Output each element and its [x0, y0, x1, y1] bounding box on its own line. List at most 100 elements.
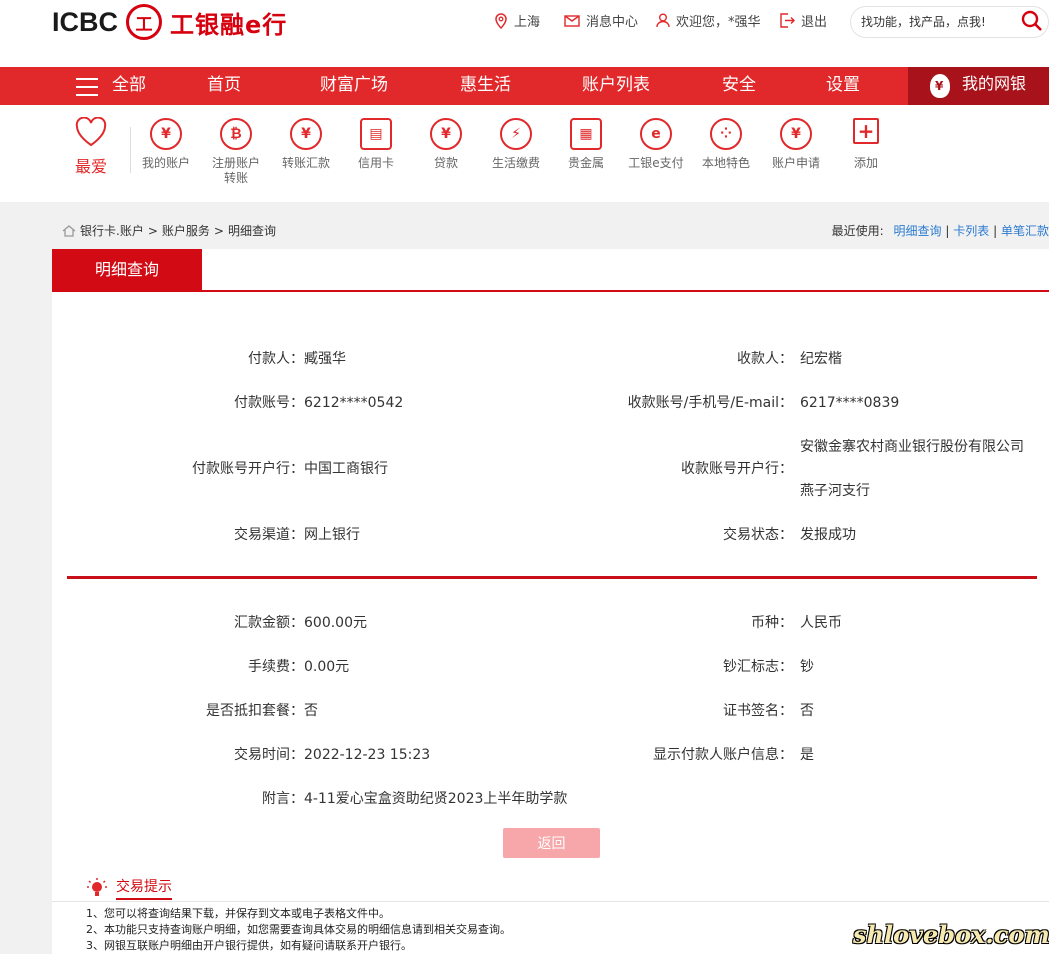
- quick-local[interactable]: ⁘ 本地特色: [691, 118, 761, 171]
- section-divider: [67, 576, 1037, 579]
- quick-epay[interactable]: e 工银e支付: [621, 118, 691, 171]
- menu-icon[interactable]: [76, 78, 98, 96]
- nav-settings[interactable]: 设置: [826, 67, 860, 105]
- quick-label: 账户申请: [771, 156, 820, 170]
- exchange-icon: ¥: [290, 118, 322, 150]
- logout-icon: [780, 13, 795, 28]
- favorites-label: 最爱: [74, 157, 107, 176]
- tips-header: 交易提示: [86, 876, 172, 900]
- tip-item: 3、网银互联账户明细由开户银行提供，如有疑问请联系开户银行。: [86, 939, 412, 952]
- nav-security[interactable]: 安全: [722, 67, 756, 105]
- quick-loan[interactable]: ¥ 贷款: [411, 118, 481, 171]
- payer-label: 付款人：: [248, 351, 304, 367]
- icbc-seal-icon: 工: [126, 4, 162, 40]
- payer-value: 臧强华: [304, 351, 346, 367]
- quick-label: 转账汇款: [281, 156, 330, 170]
- search-box[interactable]: [850, 6, 1049, 38]
- trade-time-label: 交易时间：: [234, 747, 304, 763]
- memo-value: 4-11爱心宝盒资助纪贤2023上半年助学款: [304, 791, 568, 807]
- quick-function-bar: 最爱 ¥ 我的账户 ₿ 注册账户转账 ¥ 转账汇款 ▤ 信用卡 ¥ 贷款 ⚡ 生活缴费 ▦ 贵…: [0, 105, 1049, 202]
- quick-label: 添加: [853, 156, 878, 170]
- show-payer-label: 显示付款人账户信息：: [653, 747, 793, 763]
- lightbulb-icon: [87, 878, 107, 896]
- quick-add[interactable]: + 添加: [831, 118, 901, 171]
- tab-underline: [52, 290, 1049, 292]
- quick-account-apply[interactable]: ¥ 账户申请: [761, 118, 831, 171]
- payee-value: 纪宏楷: [800, 351, 842, 367]
- nav-life[interactable]: 惠生活: [460, 67, 511, 105]
- favorites-item[interactable]: 最爱: [70, 116, 112, 177]
- quick-label: 注册账户转账: [211, 156, 260, 185]
- show-payer-value: 是: [800, 747, 814, 763]
- payer-bank-value: 中国工商银行: [304, 461, 388, 477]
- channel-value: 网上银行: [304, 527, 360, 543]
- payee-bank-value-line1: 安徽金寨农村商业银行股份有限公司: [800, 439, 1024, 455]
- recent-link[interactable]: 单笔汇款: [1001, 224, 1049, 238]
- trade-time-value: 2022-12-23 15:23: [304, 747, 431, 763]
- amount-label: 汇款金额：: [234, 615, 304, 631]
- money-bag-icon: [930, 74, 950, 98]
- my-bank-label: 我的网银: [962, 74, 1027, 93]
- account-apply-icon: ¥: [780, 118, 812, 150]
- breadcrumb-current: 明细查询: [227, 224, 276, 238]
- quick-label: 工银e支付: [628, 156, 684, 170]
- memo-label: 附言：: [262, 791, 304, 807]
- location-pin-icon: [495, 12, 507, 29]
- quick-label: 本地特色: [701, 156, 750, 170]
- quick-my-account[interactable]: ¥ 我的账户: [131, 118, 201, 171]
- logo-cn-text: 工银融e行: [170, 10, 288, 39]
- user-icon: [656, 13, 670, 28]
- recent-link[interactable]: 明细查询: [894, 224, 942, 238]
- breadcrumb-item[interactable]: 账户服务: [162, 222, 210, 239]
- watermark: shlovebox.com: [853, 920, 1049, 949]
- cert-sign-label: 证书签名：: [723, 703, 793, 719]
- nav-all[interactable]: 全部: [112, 67, 146, 105]
- welcome-user[interactable]: 欢迎您，*强华: [656, 11, 761, 30]
- payer-bank-label: 付款账号开户行：: [192, 461, 304, 477]
- breadcrumb-item[interactable]: 银行卡.账户: [80, 222, 144, 239]
- transfer-coin-icon: ₿: [220, 118, 252, 150]
- search-input[interactable]: [861, 11, 1011, 33]
- tab-detail-query[interactable]: 明细查询: [52, 249, 202, 291]
- currency-label: 币种：: [751, 615, 793, 631]
- quick-label: 贵金属: [567, 156, 604, 170]
- my-bank-button[interactable]: 我的网银: [908, 67, 1049, 105]
- payee-bank-value-line2: 燕子河支行: [800, 483, 870, 499]
- quick-credit-card[interactable]: ▤ 信用卡: [341, 118, 411, 171]
- message-center-link[interactable]: 消息中心: [564, 11, 638, 30]
- icbc-logo[interactable]: ICBC 工 工银融e行: [52, 4, 287, 40]
- cash-flag-label: 钞汇标志：: [723, 659, 793, 675]
- money-bag-icon: ¥: [430, 118, 462, 150]
- message-center-label: 消息中心: [586, 15, 639, 30]
- breadcrumb-sep: >: [213, 223, 224, 238]
- top-header: ICBC 工 工银融e行 上海 消息中心 欢迎您，*强华 退出: [0, 0, 1049, 67]
- search-icon[interactable]: [1021, 10, 1043, 32]
- quick-label: 生活缴费: [491, 156, 540, 170]
- payee-account-label: 收款账号/手机号/E-mail：: [627, 395, 793, 411]
- back-button[interactable]: 返回: [503, 828, 600, 858]
- tip-item: 1、您可以将查询结果下载，并保存到文本或电子表格文件中。: [86, 907, 390, 920]
- quick-transfer-remit[interactable]: ¥ 转账汇款: [271, 118, 341, 171]
- tip-item: 2、本功能只支持查询账户明细，如您需要查询具体交易的明细信息请到相关交易查询。: [86, 923, 511, 936]
- heart-icon: [75, 116, 107, 147]
- detail-panel: 明细查询 付款人： 臧强华 收款人： 纪宏楷 付款账号： 6212****054…: [52, 249, 1049, 954]
- main-nav: 全部 首页 财富广场 惠生活 账户列表 安全 设置: [0, 67, 1049, 105]
- currency-value: 人民币: [800, 615, 842, 631]
- home-icon[interactable]: [62, 224, 76, 237]
- recent-link[interactable]: 卡列表: [953, 224, 989, 238]
- location-link[interactable]: 上海: [494, 11, 540, 30]
- quick-register-transfer[interactable]: ₿ 注册账户转账: [201, 118, 271, 186]
- drop-bolt-icon: ⚡: [500, 118, 532, 150]
- breadcrumb: 银行卡.账户 > 账户服务 > 明细查询: [62, 222, 276, 239]
- quick-precious-metal[interactable]: ▦ 贵金属: [551, 118, 621, 171]
- gold-bars-icon: ▦: [570, 118, 602, 150]
- logout-link[interactable]: 退出: [779, 11, 827, 30]
- quick-life-payment[interactable]: ⚡ 生活缴费: [481, 118, 551, 171]
- cash-flag-value: 钞: [800, 659, 814, 675]
- logout-label: 退出: [801, 15, 828, 30]
- nav-accounts[interactable]: 账户列表: [582, 67, 650, 105]
- nav-home[interactable]: 首页: [207, 67, 241, 105]
- nav-wealth[interactable]: 财富广场: [320, 67, 388, 105]
- recent-sep: |: [945, 224, 950, 238]
- mail-icon: [564, 14, 580, 27]
